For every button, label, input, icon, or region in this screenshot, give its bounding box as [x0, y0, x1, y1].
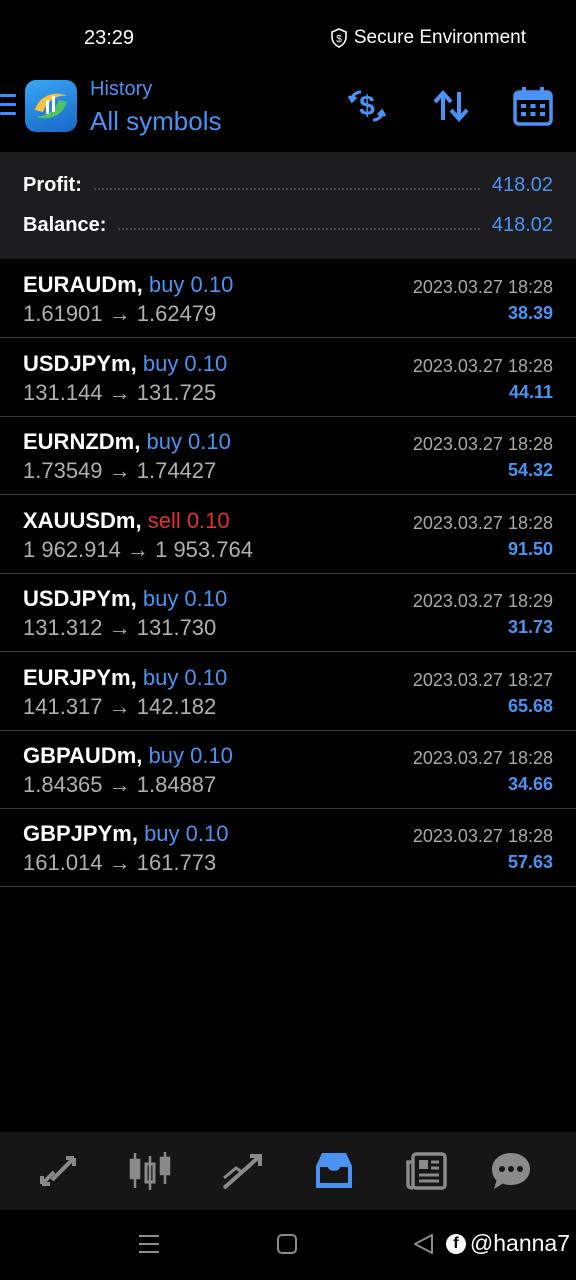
trade-row[interactable]: GBPJPYm, buy 0.10 161.014 → 161.773 2023… [0, 809, 576, 887]
status-bar: 23:29 $ Secure Environment [0, 0, 576, 72]
trade-prices: 1 962.914 → 1 953.764 [23, 537, 253, 562]
trade-prices: 1.84365 → 1.84887 [23, 772, 217, 797]
trade-profit: 31.73 [507, 617, 553, 637]
home-button[interactable] [276, 1232, 298, 1261]
trade-prices: 1.73549 → 1.74427 [23, 458, 217, 483]
trade-time: 2023.03.27 18:29 [412, 591, 553, 611]
trade-prices: 131.144 → 131.725 [23, 380, 217, 405]
nav-chat[interactable] [489, 1150, 533, 1192]
trade-profit: 57.63 [507, 852, 553, 872]
bottom-nav [0, 1132, 576, 1210]
trade-symbol: EURNZDm, [23, 429, 141, 454]
trade-time: 2023.03.27 18:28 [412, 434, 553, 454]
calendar-icon [513, 87, 553, 126]
trade-time: 2023.03.27 18:27 [412, 670, 553, 690]
profit-label: Profit: [23, 173, 82, 196]
balance-label: Balance: [23, 213, 107, 236]
trade-icon [222, 1154, 262, 1190]
nav-chart[interactable] [128, 1150, 172, 1192]
header-subtitle: History [90, 78, 153, 100]
trade-side: buy 0.10 [142, 351, 228, 376]
trade-profit: 44.11 [508, 382, 553, 402]
facebook-icon: f [445, 1233, 466, 1254]
trade-row[interactable]: XAUUSDm, sell 0.10 1 962.914 → 1 953.764… [0, 496, 576, 574]
secure-environment-label: Secure Environment [353, 27, 526, 48]
trade-side: buy 0.10 [142, 665, 228, 690]
chart-icon [129, 1152, 171, 1190]
history-summary: Profit: 418.02 Balance: 418.02 [0, 152, 576, 259]
trade-symbol: EURAUDm, [23, 272, 143, 297]
balance-row: Balance: 418.02 [23, 210, 553, 240]
back-icon [414, 1234, 433, 1254]
trade-time: 2023.03.27 18:28 [412, 826, 553, 846]
profit-value: 418.02 [491, 173, 553, 196]
status-time: 23:29 [84, 27, 135, 49]
header-title[interactable]: All symbols [90, 106, 221, 137]
trade-prices: 1.61901 → 1.62479 [23, 301, 217, 326]
currency-swap-icon: $ [347, 90, 387, 122]
trade-symbol: GBPAUDm, [23, 743, 143, 768]
trade-side: buy 0.10 [142, 586, 228, 611]
nav-trade[interactable] [220, 1150, 264, 1192]
secure-environment-indicator: $ Secure Environment [330, 27, 526, 49]
dotted-leader [93, 188, 480, 190]
trade-row[interactable]: GBPAUDm, buy 0.10 1.84365 → 1.84887 2023… [0, 731, 576, 809]
svg-text:$: $ [336, 34, 342, 45]
trade-row[interactable]: USDJPYm, buy 0.10 131.144 → 131.725 2023… [0, 339, 576, 417]
trade-side: buy 0.10 [146, 429, 231, 454]
trade-row[interactable]: EURNZDm, buy 0.10 1.73549 → 1.74427 2023… [0, 417, 576, 495]
sort-arrows-icon [433, 89, 469, 123]
trade-prices: 131.312 → 131.730 [23, 615, 217, 640]
watermark: f @hanna7 [445, 1230, 570, 1257]
home-icon [277, 1234, 297, 1254]
trade-time: 2023.03.27 18:28 [412, 748, 553, 768]
trade-row[interactable]: EURAUDm, buy 0.10 1.61901 → 1.62479 2023… [0, 260, 576, 338]
recent-apps-button[interactable] [138, 1232, 160, 1261]
trade-row[interactable]: USDJPYm, buy 0.10 131.312 → 131.730 2023… [0, 574, 576, 652]
trade-side: sell 0.10 [147, 508, 230, 533]
nav-quotes[interactable] [36, 1150, 80, 1192]
trade-time: 2023.03.27 18:28 [412, 513, 553, 533]
sort-button[interactable] [431, 86, 471, 126]
back-button[interactable] [412, 1232, 434, 1261]
menu-icon[interactable] [0, 94, 16, 118]
shield-dollar-icon: $ [331, 28, 347, 48]
trade-symbol: GBPJPYm, [23, 821, 138, 846]
app-header: History All symbols $ [0, 72, 576, 152]
system-nav-bar: f @hanna7 [0, 1210, 576, 1280]
trade-profit: 91.50 [507, 539, 553, 559]
trade-prices: 161.014 → 161.773 [23, 850, 217, 875]
quotes-icon [40, 1156, 76, 1186]
svg-text:$: $ [359, 90, 375, 121]
trade-time: 2023.03.27 18:28 [412, 277, 553, 297]
trade-symbol: XAUUSDm, [23, 508, 142, 533]
trade-row[interactable]: EURJPYm, buy 0.10 141.317 → 142.182 2023… [0, 653, 576, 731]
app-logo [25, 80, 77, 132]
news-icon [406, 1152, 447, 1190]
dotted-leader [118, 228, 480, 230]
nav-news[interactable] [405, 1150, 449, 1192]
trade-side: buy 0.10 [148, 743, 233, 768]
watermark-text: @hanna7 [469, 1230, 570, 1256]
trade-profit: 34.66 [507, 774, 553, 794]
history-icon [316, 1153, 352, 1188]
profit-currency-button[interactable]: $ [347, 86, 387, 126]
trade-symbol: USDJPYm, [23, 586, 137, 611]
recent-apps-icon [139, 1235, 159, 1253]
trade-profit: 54.32 [507, 460, 553, 480]
calendar-button[interactable] [513, 86, 553, 126]
chat-icon [492, 1153, 530, 1189]
trade-profit: 38.39 [507, 303, 553, 323]
profit-row: Profit: 418.02 [23, 170, 553, 200]
trade-side: buy 0.10 [144, 821, 229, 846]
balance-value: 418.02 [491, 213, 553, 236]
trade-profit: 65.68 [507, 696, 553, 716]
trade-side: buy 0.10 [148, 272, 234, 297]
trade-symbol: EURJPYm, [23, 665, 137, 690]
trade-symbol: USDJPYm, [23, 351, 137, 376]
trade-time: 2023.03.27 18:28 [412, 356, 553, 376]
nav-history[interactable] [312, 1150, 356, 1192]
trade-prices: 141.317 → 142.182 [23, 694, 217, 719]
